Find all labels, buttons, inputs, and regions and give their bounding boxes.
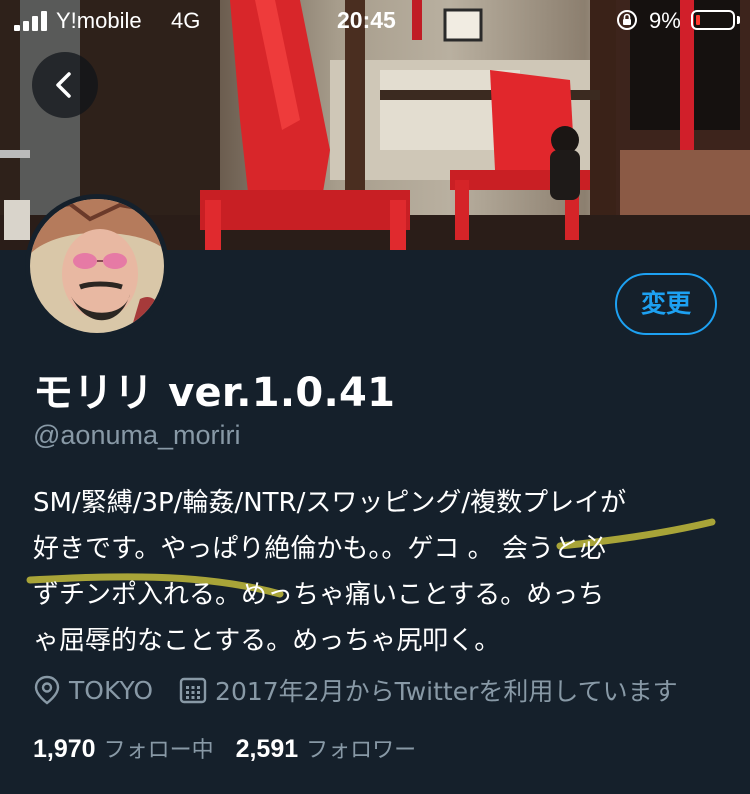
username-handle: @aonuma_moriri xyxy=(33,420,241,450)
carrier-name: Y!mobile xyxy=(56,8,142,33)
display-name: モリリ ver.1.0.41 xyxy=(33,370,396,416)
location-pin-icon xyxy=(34,675,60,705)
signal-strength-icon xyxy=(14,11,48,31)
avatar[interactable] xyxy=(25,194,169,338)
edit-profile-button[interactable]: 変更 xyxy=(615,273,717,335)
join-date-text: 2017年2月からTwitterを利用しています xyxy=(215,677,678,706)
following-link[interactable]: 1,970 フォロー中 xyxy=(33,732,236,764)
location-text: TOKYO xyxy=(69,675,154,705)
profile-meta: TOKYO 2017年2月からTwitterを利用しています xyxy=(33,672,704,708)
calendar-icon xyxy=(179,677,207,704)
join-date: 2017年2月からTwitterを利用しています xyxy=(179,672,678,708)
back-button[interactable] xyxy=(32,52,98,118)
status-bar: Y!mobile 4G 20:45 9% xyxy=(0,0,750,40)
following-count: 1,970 xyxy=(33,735,96,763)
location: TOKYO xyxy=(33,675,153,705)
profile-bio: SM/緊縛/3P/輪姦/NTR/スワッピング/複数プレイが 好きです。やっぱり絶… xyxy=(33,488,627,656)
network-type: 4G xyxy=(171,8,201,33)
battery-tip xyxy=(737,16,740,24)
chevron-left-icon xyxy=(56,72,71,98)
followers-label: フォロワー xyxy=(306,738,417,763)
followers-link[interactable]: 2,591 フォロワー xyxy=(236,732,439,764)
rotation-lock-icon xyxy=(617,10,637,30)
battery-icon xyxy=(691,10,735,30)
follow-counts: 1,970 フォロー中 2,591 フォロワー xyxy=(33,732,438,764)
following-label: フォロー中 xyxy=(103,738,214,763)
avatar-image xyxy=(30,199,164,333)
followers-count: 2,591 xyxy=(235,735,299,763)
battery-percent: 9% xyxy=(649,8,681,33)
clock: 20:45 xyxy=(337,7,396,33)
